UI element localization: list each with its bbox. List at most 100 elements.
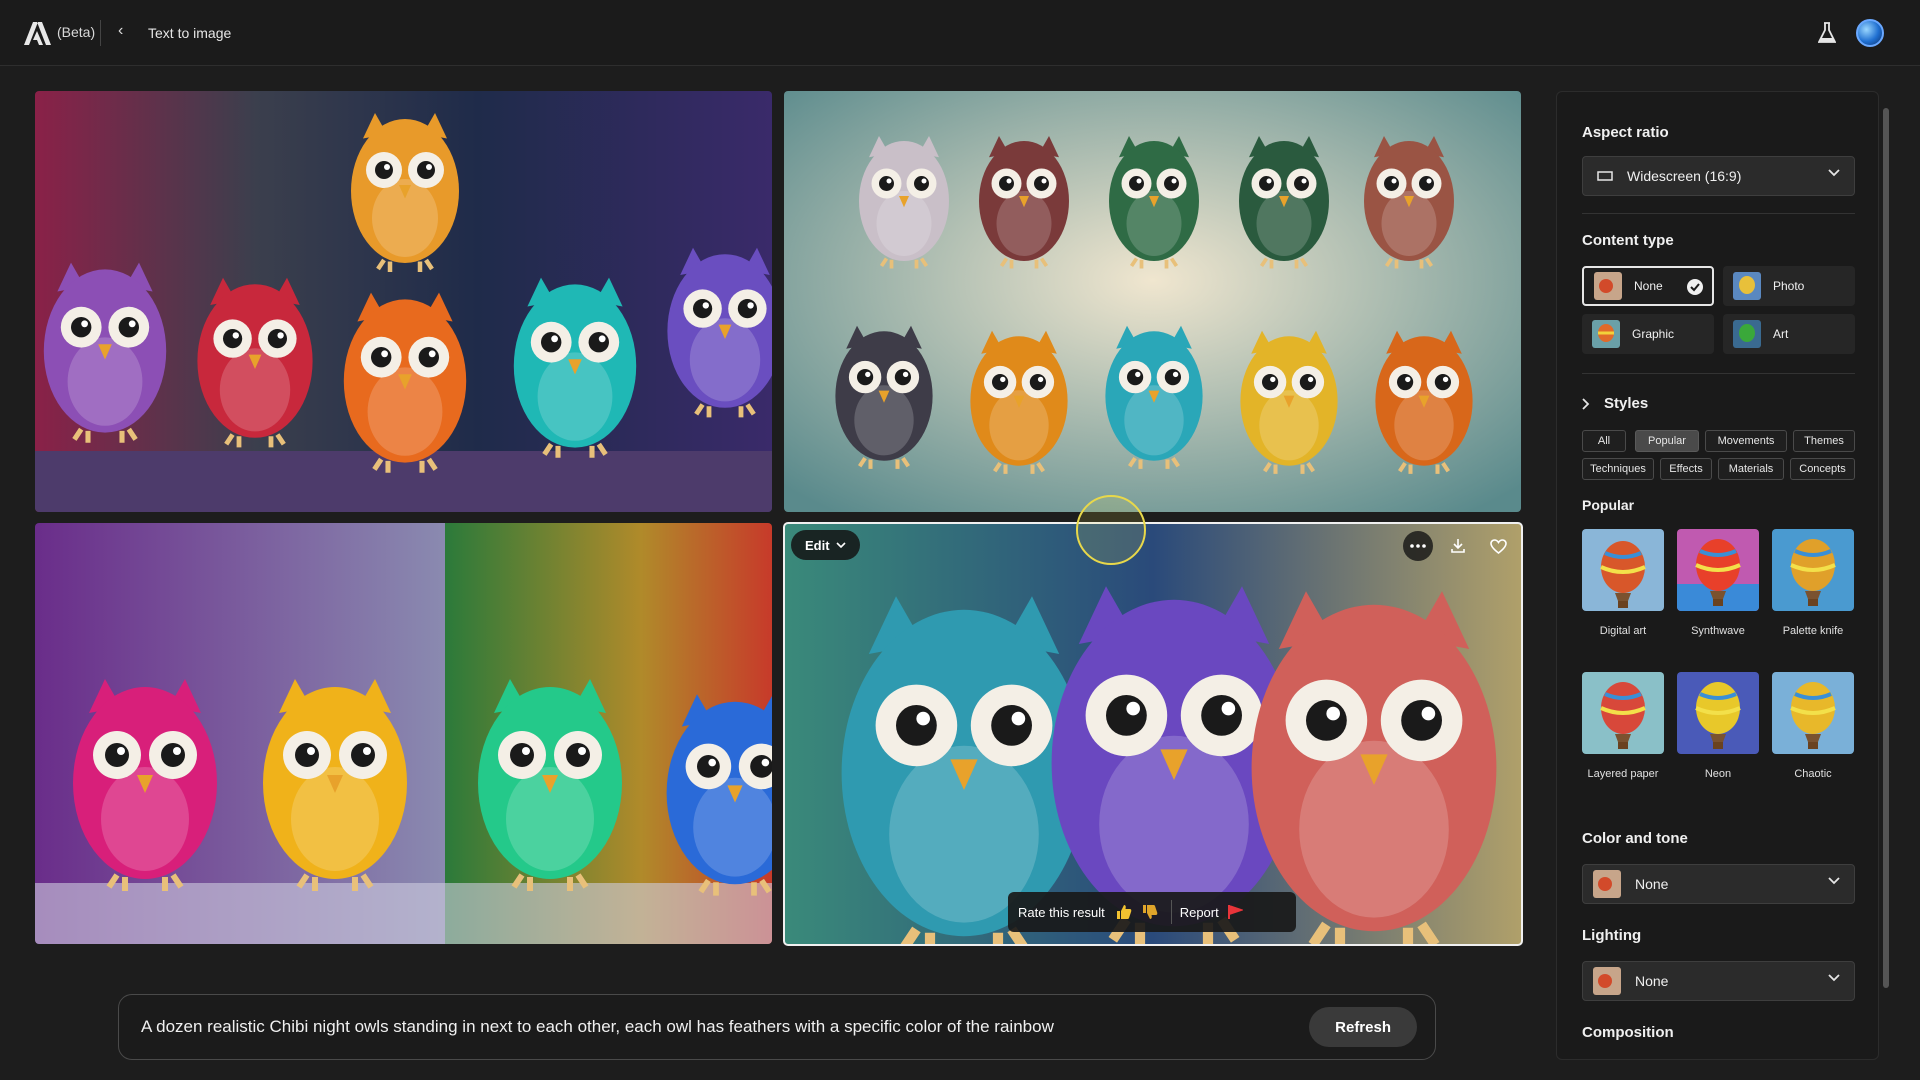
download-icon [1451,539,1465,553]
style-thumbnail [1582,672,1664,754]
filter-concepts[interactable]: Concepts [1790,458,1855,480]
content-type-title: Content type [1582,232,1674,249]
top-bar: (Beta) ‹ Text to image [0,0,1920,66]
style-thumbnail [1772,672,1854,754]
settings-panel: Aspect ratio Widescreen (16:9) Content t… [1556,91,1879,1060]
widescreen-icon [1597,171,1613,181]
adobe-logo-icon[interactable] [24,22,51,45]
style-label: Digital art [1599,625,1647,637]
lighting-dropdown[interactable]: None [1582,961,1855,1001]
refresh-button[interactable]: Refresh [1309,1007,1417,1047]
styles-title: Styles [1604,395,1649,412]
filter-materials[interactable]: Materials [1718,458,1784,480]
more-button[interactable] [1403,531,1433,561]
composition-title: Composition [1582,1024,1674,1041]
edit-button[interactable]: Edit [791,530,860,560]
owl-image-2 [784,91,1521,512]
color-tone-value: None [1635,876,1669,892]
chevron-down-icon [1828,877,1840,885]
color-tone-thumbnail [1593,870,1621,898]
lighting-thumbnail [1593,967,1621,995]
aspect-ratio-value: Widescreen (16:9) [1627,168,1742,184]
style-digital-art[interactable]: Digital art [1582,529,1664,637]
filter-effects[interactable]: Effects [1660,458,1712,480]
chevron-right-icon [1582,397,1590,410]
filter-popular[interactable]: Popular [1635,430,1699,452]
filter-themes[interactable]: Themes [1793,430,1855,452]
styles-toggle[interactable]: Styles [1582,395,1648,412]
lighting-value: None [1635,973,1669,989]
popular-title: Popular [1582,497,1635,513]
color-tone-title: Color and tone [1582,830,1688,847]
scrollbar-thumb[interactable] [1883,108,1889,988]
lighting-title: Lighting [1582,927,1642,944]
report-label: Report [1179,904,1219,920]
chevron-down-icon [835,542,846,548]
none-thumbnail [1594,272,1622,300]
content-type-graphic[interactable]: Graphic [1582,314,1714,354]
style-thumbnail [1677,529,1759,611]
heart-icon [1489,538,1507,554]
style-chaotic[interactable]: Chaotic [1772,672,1854,780]
divider [1582,213,1855,214]
content-type-photo[interactable]: Photo [1723,266,1855,306]
owl-image-3 [35,523,772,944]
art-thumbnail [1733,320,1761,348]
style-neon[interactable]: Neon [1677,672,1759,780]
edit-label: Edit [805,537,830,553]
download-button[interactable] [1443,531,1473,561]
style-thumbnail [1677,672,1759,754]
style-layered-paper[interactable]: Layered paper [1582,672,1664,780]
style-label: Palette knife [1782,625,1844,637]
report-button[interactable]: Report [1180,904,1243,920]
graphic-thumbnail [1592,320,1620,348]
style-label: Synthwave [1691,625,1745,637]
style-label: Neon [1704,768,1732,780]
content-type-label: None [1634,279,1663,293]
content-type-label: Graphic [1632,327,1675,341]
rate-label: Rate this result [1018,904,1105,920]
breadcrumb[interactable]: Text to image [148,25,231,41]
chevron-down-icon [1828,169,1840,177]
thumbs-down-button[interactable] [1137,899,1163,925]
favorite-button[interactable] [1483,531,1513,561]
filter-techniques[interactable]: Techniques [1582,458,1654,480]
result-image-1[interactable] [35,91,772,512]
divider [1582,373,1855,374]
style-label: Layered paper [1587,768,1659,780]
style-thumbnail [1772,529,1854,611]
flag-icon [1227,905,1243,919]
photo-thumbnail [1733,272,1761,300]
result-image-4[interactable] [783,522,1523,946]
more-icon [1410,544,1426,548]
aspect-ratio-title: Aspect ratio [1582,124,1669,141]
divider [1170,900,1172,924]
color-tone-dropdown[interactable]: None [1582,864,1855,904]
style-palette-knife[interactable]: Palette knife [1772,529,1854,637]
content-type-label: Photo [1773,279,1805,293]
owl-image-1 [35,91,772,512]
thumbs-down-icon [1142,905,1158,919]
prompt-bar[interactable]: A dozen realistic Chibi night owls stand… [118,994,1436,1060]
content-type-none[interactable]: None [1582,266,1714,306]
style-label: Chaotic [1794,768,1832,780]
content-type-art[interactable]: Art [1723,314,1855,354]
thumbs-up-button[interactable] [1111,899,1137,925]
avatar[interactable] [1856,19,1884,47]
result-image-2[interactable] [784,91,1521,512]
chevron-left-icon[interactable]: ‹ [118,22,123,40]
flask-icon[interactable] [1818,22,1836,44]
cursor-highlight [1076,495,1146,565]
aspect-ratio-dropdown[interactable]: Widescreen (16:9) [1582,156,1855,196]
thumbs-up-icon [1116,905,1132,919]
filter-movements[interactable]: Movements [1705,430,1787,452]
chevron-down-icon [1828,974,1840,982]
owl-image-4 [784,523,1522,945]
style-synthwave[interactable]: Synthwave [1677,529,1759,637]
style-thumbnail [1582,529,1664,611]
result-image-3[interactable] [35,523,772,944]
prompt-input[interactable]: A dozen realistic Chibi night owls stand… [141,1017,1241,1037]
filter-all[interactable]: All [1582,430,1626,452]
content-type-label: Art [1773,327,1789,341]
divider [100,20,101,46]
